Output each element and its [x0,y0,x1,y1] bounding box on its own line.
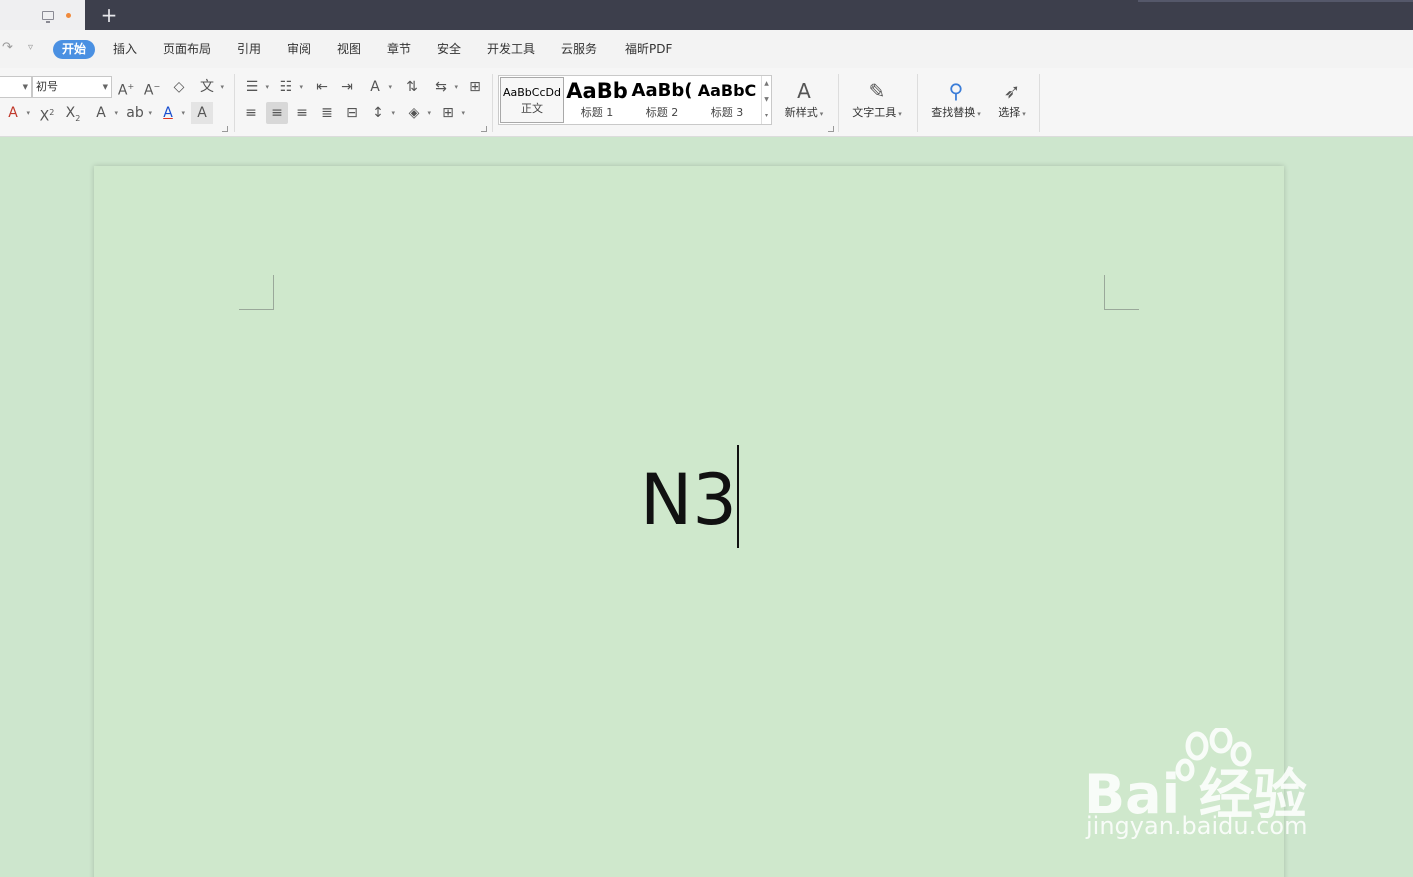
font-size-combo[interactable]: 初号 ▼ [32,76,112,98]
text-effect-icon[interactable]: A ▾ [90,102,118,124]
tab-developer[interactable]: 开发工具 [487,40,535,59]
style-heading-1-label: 标题 1 [580,106,614,119]
tab-cloud[interactable]: 云服务 [561,40,597,59]
style-heading-3[interactable]: AaBbC 标题 3 [695,77,759,123]
separator [917,74,918,132]
tab-home[interactable]: 开始 [53,40,96,59]
bullets-icon[interactable]: ☰ ▾ [241,76,269,98]
justify-icon[interactable]: ≣ [316,102,338,124]
wrench-icon: ✎ [868,79,886,103]
font-dialog-launcher[interactable] [222,126,228,132]
title-bar-right [1138,0,1413,2]
font-color-icon[interactable]: A ▾ [157,102,185,124]
subscript-icon[interactable]: X2 [62,102,84,124]
character-shading-icon[interactable]: A [191,102,213,124]
document-icon [42,11,54,23]
tab-page-layout[interactable]: 页面布局 [163,40,211,59]
numbering-icon[interactable]: ☷ ▾ [275,76,303,98]
tab-review[interactable]: 审阅 [287,40,311,59]
style-heading-2-label: 标题 2 [645,106,679,119]
tab-security[interactable]: 安全 [437,40,461,59]
shading-icon[interactable]: ◈ ▾ [403,102,431,124]
align-left-icon[interactable]: ≡ [240,102,262,124]
new-tab-button[interactable]: + [99,4,119,26]
document-text[interactable]: N3 [640,452,737,548]
table-of-contents-icon[interactable]: ⊞ [464,76,486,98]
line-spacing-icon[interactable]: ↕ ▾ [367,102,395,124]
grow-font-icon[interactable]: A+ [115,76,137,99]
margin-corner-top-left [239,275,274,310]
shrink-font-icon[interactable]: A− [141,76,163,99]
chinese-layout-icon[interactable]: A ▾ [364,76,392,98]
styles-dialog-launcher[interactable] [828,126,834,132]
paragraph-spacing-icon[interactable]: ⇆ ▾ [430,76,458,98]
find-replace-button[interactable]: ⚲ 查找替换 ▾ [926,78,986,120]
align-right-icon[interactable]: ≡ [291,102,313,124]
strikethrough-icon[interactable]: A ▾ [2,102,30,124]
paragraph-dialog-launcher[interactable] [481,126,487,132]
cursor-arrow-icon: ➶ [1003,79,1021,103]
select-button[interactable]: ➶ 选择 ▾ [994,78,1030,120]
style-gallery-scroll[interactable]: ▲ ▼ ▾ [761,76,771,124]
separator [838,74,839,132]
highlight-icon[interactable]: ab ▾ [124,102,152,124]
distributed-align-icon[interactable]: ⊟ [341,102,363,124]
tab-insert[interactable]: 插入 [113,40,137,59]
watermark-url: jingyan.baidu.com [1086,812,1308,840]
phonetic-guide-icon[interactable]: 文 ▾ [196,76,224,98]
title-bar: + [0,0,1413,30]
style-heading-1[interactable]: AaBb 标题 1 [565,77,629,123]
new-style-icon: A [797,79,811,103]
margin-corner-top-right [1104,275,1139,310]
quick-access-dropdown-icon[interactable]: ▿ [28,42,33,53]
search-icon: ⚲ [948,79,964,103]
tab-sections[interactable]: 章节 [387,40,411,59]
clear-format-icon[interactable]: ◇ [168,76,190,98]
baidu-watermark: Bai 经验 jingyan.baidu.com [1080,728,1370,848]
separator [234,74,235,132]
sort-icon[interactable]: ⇅ [401,76,423,98]
tab-view[interactable]: 视图 [337,40,361,59]
decrease-indent-icon[interactable]: ⇤ [311,76,333,98]
separator [1039,74,1040,132]
unsaved-indicator [66,13,71,18]
style-gallery: AaBbCcDd 正文 AaBb 标题 1 AaBb( 标题 2 AaBbC 标… [498,75,772,125]
new-style-button[interactable]: A 新样式 ▾ [780,78,828,120]
style-normal-label: 正文 [521,102,543,115]
borders-icon[interactable]: ⊞ ▾ [437,102,465,124]
increase-indent-icon[interactable]: ⇥ [336,76,358,98]
align-center-icon[interactable]: ≡ [266,102,288,124]
ribbon-toolbar: ▼ 初号 ▼ A+ A− ◇ 文 ▾ A ▾ X2 X2 A ▾ ab ▾ A ▾ A ☰ ▾… [0,68,1413,137]
tab-references[interactable]: 引用 [237,40,261,59]
tab-foxit-pdf[interactable]: 福昕PDF [625,40,672,59]
menu-bar: ↷ ▿ 开始 插入 页面布局 引用 审阅 视图 章节 安全 开发工具 云服务 福… [0,30,1413,68]
style-normal[interactable]: AaBbCcDd 正文 [500,77,564,123]
text-cursor [737,445,739,548]
separator [492,74,493,132]
superscript-icon[interactable]: X2 [36,102,58,125]
document-tab[interactable] [0,0,85,30]
style-heading-2[interactable]: AaBb( 标题 2 [630,77,694,123]
redo-icon[interactable]: ↷ [2,40,13,55]
font-size-value: 初号 [36,80,58,93]
style-heading-3-label: 标题 3 [710,106,744,119]
text-tools-button[interactable]: ✎ 文字工具 ▾ [846,78,908,120]
font-name-combo[interactable]: ▼ [0,76,32,98]
